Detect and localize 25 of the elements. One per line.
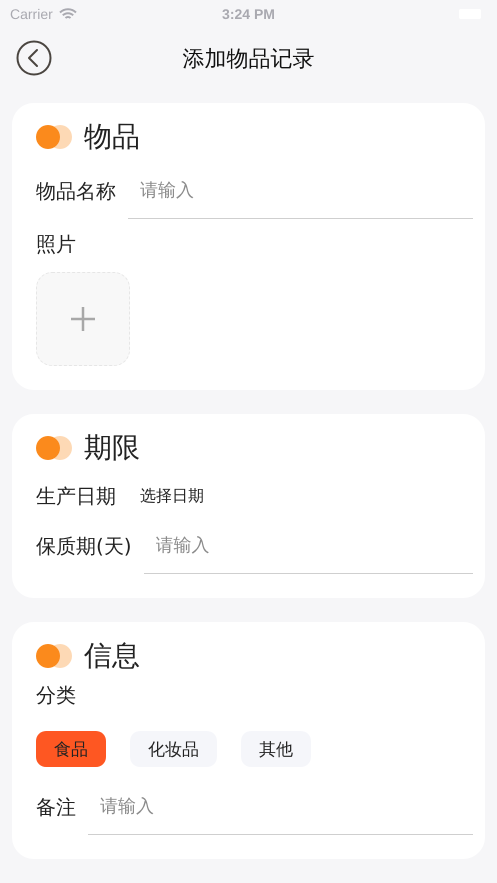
input-field[interactable]: 请输入	[144, 518, 473, 574]
status-time: 3:24 PM	[222, 6, 275, 22]
input-field[interactable]: 请输入	[128, 164, 473, 218]
category-chip[interactable]: 其他	[241, 731, 311, 767]
input-field[interactable]: 请输入	[88, 780, 473, 834]
section-dots-icon	[36, 436, 72, 460]
field-label: 生产日期	[36, 482, 116, 510]
back-button[interactable]	[16, 40, 52, 76]
page-title: 添加物品记录	[182, 46, 314, 74]
field-label: 保质期(天)	[36, 532, 132, 560]
category-chip[interactable]: 化妆品	[130, 731, 217, 767]
field-label: 照片	[36, 231, 76, 258]
plus-icon	[69, 305, 97, 333]
carrier-text: Carrier	[10, 6, 53, 22]
section-title: 物品	[84, 119, 140, 155]
field-label: 备注	[36, 794, 76, 820]
field-label: 物品名称	[36, 178, 116, 204]
wifi-icon	[58, 8, 77, 20]
section-title: 信息	[84, 638, 140, 674]
category-chip[interactable]: 食品	[36, 731, 106, 767]
section-dots-icon	[36, 125, 72, 149]
date-picker[interactable]: 选择日期	[128, 486, 216, 506]
section-dots-icon	[36, 644, 72, 668]
field-label: 分类	[36, 682, 77, 709]
section-title: 期限	[84, 430, 140, 466]
